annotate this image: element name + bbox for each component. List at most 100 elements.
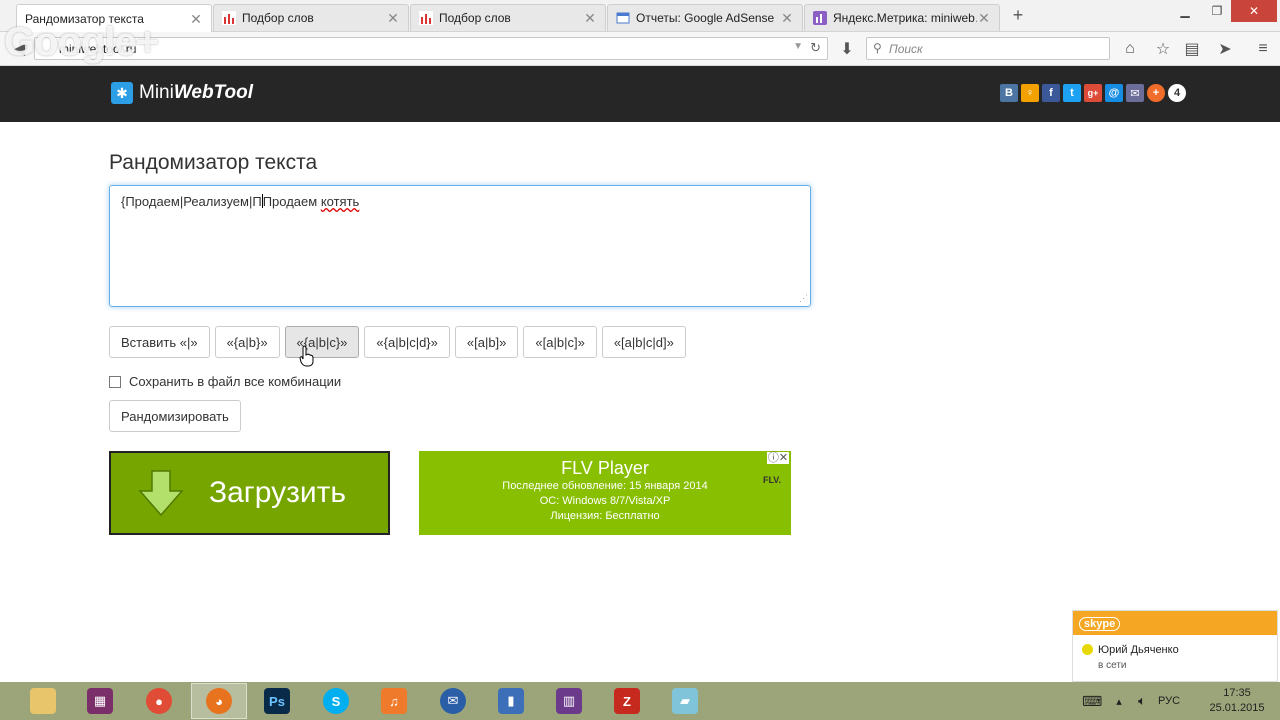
resize-handle-icon[interactable]: ⋰	[799, 293, 808, 304]
text-before-caret: {Продаем|Реализуем|П	[121, 194, 262, 209]
url-text: miniwebtool.ru	[59, 42, 137, 56]
email-icon[interactable]: ✉	[1126, 84, 1144, 102]
mail-ru-icon[interactable]: @	[1105, 84, 1123, 102]
vk-icon[interactable]: B	[1000, 84, 1018, 102]
save-combinations-checkbox[interactable]	[109, 375, 121, 388]
skype-notification[interactable]: skype Юрий Дьяченко в сети	[1072, 610, 1278, 682]
more-share-icon[interactable]: +	[1147, 84, 1165, 102]
insert-square-ab-button[interactable]: «[a|b]»	[454, 326, 519, 358]
restore-button[interactable]: ❐	[1204, 0, 1230, 22]
close-window-button[interactable]: ✕	[1231, 0, 1277, 22]
flv-player-ad[interactable]: ⓘ✕ FLV Player Последнее обновление: 15 я…	[419, 451, 791, 535]
taskbar-reader[interactable]: ▮	[483, 683, 539, 719]
taskbar-chrome[interactable]: ●	[131, 683, 187, 719]
clock-date: 25.01.2015	[1209, 702, 1265, 714]
volume-icon[interactable]: 🔈︎	[1130, 693, 1154, 709]
tab-word-selection-2[interactable]: Подбор слов ✕	[410, 4, 606, 31]
twitter-icon[interactable]: t	[1063, 84, 1081, 102]
taskbar-photoshop[interactable]: Ps	[249, 683, 305, 719]
close-icon[interactable]: ✕	[780, 10, 794, 27]
windows-taskbar: ▦ ● ◕ Ps S ♫ ✉ ▮ ▥ Z ▰ ⌨ ▴ 🔈︎ РУС 17:35 …	[0, 682, 1280, 720]
close-icon[interactable]: ✕	[189, 11, 203, 28]
google-plus-icon[interactable]: g+	[1084, 84, 1102, 102]
winrar-icon: ▦	[87, 688, 113, 714]
save-combinations-option[interactable]: Сохранить в файл все комбинации	[109, 374, 341, 389]
taskbar-winrar[interactable]: ▦	[72, 683, 128, 719]
ad-logo: FLV.	[762, 475, 781, 485]
close-icon[interactable]: ✕	[977, 10, 991, 27]
downloads-icon[interactable]: ⬇	[836, 38, 858, 60]
keyboard-icon[interactable]: ⌨	[1082, 693, 1108, 710]
tab-label: Отчеты: Google AdSense	[636, 11, 775, 25]
taskbar-podcast-app[interactable]: ♫	[366, 683, 422, 719]
close-icon[interactable]: ✕	[386, 10, 400, 27]
taskbar-archiver[interactable]: ▥	[541, 683, 597, 719]
insert-square-abcd-button[interactable]: «[a|b|c|d]»	[601, 326, 686, 358]
skype-contact-name: Юрий Дьяченко	[1098, 644, 1179, 656]
ad-close-icon[interactable]: ⓘ✕	[767, 452, 789, 464]
tab-yandex-metrika[interactable]: Яндекс.Метрика: miniweb… ✕	[804, 4, 1000, 31]
text-input-area[interactable]: {Продаем|Реализуем|ППродаем котять ⋰	[109, 185, 811, 307]
menu-icon[interactable]: ≡	[1252, 38, 1274, 60]
minimize-button[interactable]: ▁	[1172, 0, 1198, 22]
tab-randomizer[interactable]: Рандомизатор текста ✕	[16, 4, 212, 33]
archive-icon: ▥	[556, 688, 582, 714]
logo-text-mini: Mini	[139, 82, 174, 103]
taskbar-clock[interactable]: 17:35 25.01.2015	[1206, 686, 1268, 716]
photoshop-icon: Ps	[264, 688, 290, 714]
insert-ab-button[interactable]: «{a|b}»	[214, 326, 280, 358]
taskbar-filezilla[interactable]: Z	[599, 683, 655, 719]
dropdown-arrow-icon[interactable]: ▼	[793, 41, 803, 52]
bookmark-star-icon[interactable]: ☆	[1152, 38, 1174, 60]
taskbar-firefox[interactable]: ◕	[191, 683, 247, 719]
site-logo[interactable]: ✱ Mini WebTool	[111, 82, 253, 104]
address-bar[interactable]: miniwebtool.ru ▼ ↻	[34, 37, 828, 60]
close-icon[interactable]: ✕	[583, 10, 597, 27]
search-input[interactable]: ⚲ Поиск	[866, 37, 1110, 60]
ad-title: FLV Player	[561, 458, 649, 478]
insert-abc-button[interactable]: «{a|b|c}»	[284, 326, 360, 358]
taskbar-thunderbird[interactable]: ✉	[425, 683, 481, 719]
input-language[interactable]: РУС	[1154, 695, 1184, 707]
insert-square-abc-button[interactable]: «[a|b|c]»	[523, 326, 597, 358]
browser-tab-strip: Рандомизатор текста ✕ Подбор слов ✕ Подб…	[0, 0, 1280, 33]
reading-list-icon[interactable]: ▤	[1181, 38, 1203, 60]
skype-header: skype	[1073, 611, 1277, 635]
adsense-icon	[616, 12, 630, 24]
insert-abcd-button[interactable]: «{a|b|c|d}»	[364, 326, 450, 358]
gear-icon: ✱	[111, 82, 133, 104]
chrome-icon: ●	[146, 688, 172, 714]
search-icon: ⚲	[873, 41, 882, 55]
taskbar-explorer[interactable]	[15, 683, 71, 719]
back-button[interactable]: ◀	[8, 38, 30, 60]
send-icon[interactable]: ➤	[1214, 38, 1236, 60]
misspelled-word: котять	[320, 194, 360, 209]
tab-word-selection-1[interactable]: Подбор слов ✕	[213, 4, 409, 31]
new-tab-button[interactable]: +	[1009, 5, 1027, 25]
facebook-icon[interactable]: f	[1042, 84, 1060, 102]
notes-icon: ▰	[672, 688, 698, 714]
bar-chart-icon	[419, 11, 433, 25]
firefox-icon: ◕	[206, 688, 232, 714]
browser-nav-bar: ◀ miniwebtool.ru ▼ ↻ ⬇ ⚲ Поиск ⌂ ☆ ▤ ➤ ≡	[0, 32, 1280, 66]
home-icon[interactable]: ⌂	[1119, 38, 1141, 60]
tab-label: Подбор слов	[242, 11, 314, 25]
share-count: 4	[1168, 84, 1186, 102]
odnoklassniki-icon[interactable]: ♀	[1021, 84, 1039, 102]
clock-time: 17:35	[1223, 687, 1251, 699]
randomize-button[interactable]: Рандомизировать	[109, 400, 241, 432]
system-tray: ⌨ ▴ 🔈︎ РУС	[1082, 682, 1184, 720]
show-hidden-icons-icon[interactable]: ▴	[1108, 695, 1130, 708]
tab-adsense[interactable]: Отчеты: Google AdSense ✕	[607, 4, 803, 31]
download-banner[interactable]: Загрузить	[109, 451, 390, 535]
page-title: Рандомизатор текста	[109, 151, 318, 174]
reload-icon[interactable]: ↻	[810, 40, 821, 56]
insert-pipe-button[interactable]: Вставить «|»	[109, 326, 210, 358]
download-label: Загрузить	[209, 476, 346, 509]
taskbar-notes[interactable]: ▰	[657, 683, 713, 719]
filezilla-icon: Z	[614, 688, 640, 714]
hand-cursor-icon	[299, 345, 314, 367]
bar-chart-icon	[222, 11, 236, 25]
taskbar-skype[interactable]: S	[308, 683, 364, 719]
book-icon: ▮	[498, 688, 524, 714]
